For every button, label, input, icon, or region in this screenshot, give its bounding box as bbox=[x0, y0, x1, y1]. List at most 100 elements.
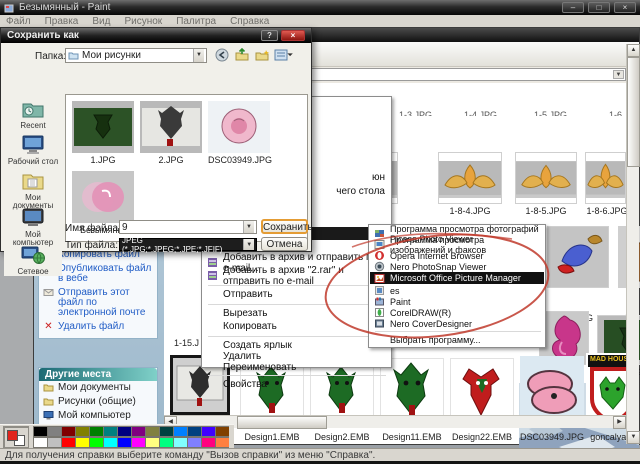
submenu-item-coreldraw[interactable]: CorelDRAW(R) bbox=[370, 307, 544, 318]
palette-swatch[interactable] bbox=[117, 437, 131, 448]
palette-swatch[interactable] bbox=[89, 437, 103, 448]
send-to-menu-item[interactable]: Отправить ▶ bbox=[203, 288, 390, 301]
submenu-item-nero-photosnap[interactable]: Nero PhotoSnap Viewer bbox=[370, 261, 544, 272]
palette-swatch[interactable] bbox=[89, 426, 103, 437]
file-label[interactable]: 1-8-5.JPG bbox=[515, 206, 577, 216]
folder-combobox[interactable]: Мои рисунки ▼ bbox=[65, 48, 207, 63]
filename-input[interactable]: 9 ▼ bbox=[119, 220, 257, 234]
palette-swatch[interactable] bbox=[173, 426, 187, 437]
place-my-computer[interactable]: Мой компьютер bbox=[39, 409, 157, 423]
clipped-file-label[interactable]: 1-5.JPG bbox=[534, 111, 584, 116]
palette-swatch[interactable] bbox=[201, 437, 215, 448]
minimize-button[interactable]: – bbox=[562, 2, 584, 13]
palette-swatch[interactable] bbox=[215, 437, 229, 448]
folder-dropdown-icon[interactable]: ▼ bbox=[193, 49, 204, 62]
palette-swatch[interactable] bbox=[61, 426, 75, 437]
rename-menu-item[interactable]: Переименовать bbox=[203, 362, 390, 373]
menu-view[interactable]: Вид bbox=[92, 16, 110, 27]
submenu-item-es[interactable]: es bbox=[370, 285, 544, 296]
task-delete-file[interactable]: ✕ Удалить файл bbox=[39, 320, 157, 334]
palette-swatch[interactable] bbox=[61, 437, 75, 448]
place-shared-pictures[interactable]: Рисунки (общие) bbox=[39, 395, 157, 409]
dialog-file-label[interactable]: 1.JPG bbox=[72, 155, 134, 165]
menu-file[interactable]: Файл bbox=[6, 16, 31, 27]
menu-help[interactable]: Справка bbox=[230, 16, 269, 27]
palette-swatch[interactable] bbox=[131, 437, 145, 448]
sidebar-item-my-documents[interactable]: Мои документы bbox=[4, 170, 62, 210]
menu-edit[interactable]: Правка bbox=[45, 16, 79, 27]
palette-swatch[interactable] bbox=[201, 426, 215, 437]
create-shortcut-menu-item[interactable]: Создать ярлык bbox=[203, 340, 390, 351]
sidebar-item-desktop[interactable]: Рабочий стол bbox=[4, 134, 62, 166]
clipped-file-label[interactable]: 1-4.JPG bbox=[464, 111, 514, 116]
choose-program-menu-item[interactable]: Выбрать программу... bbox=[370, 334, 544, 345]
address-dropdown-icon[interactable]: ▼ bbox=[613, 70, 624, 79]
submenu-item-nero-cover[interactable]: Nero CoverDesigner bbox=[370, 318, 544, 329]
filetype-dropdown-icon[interactable]: ▼ bbox=[243, 239, 254, 250]
palette-swatch[interactable] bbox=[145, 426, 159, 437]
palette-swatch[interactable] bbox=[159, 437, 173, 448]
palette-swatch[interactable] bbox=[33, 426, 47, 437]
dialog-thumbnail-untitled[interactable] bbox=[72, 171, 134, 223]
palette-swatch[interactable] bbox=[159, 426, 173, 437]
file-label[interactable]: DSC03949.JPG bbox=[520, 432, 584, 442]
dialog-thumbnail-1jpg[interactable] bbox=[72, 101, 134, 153]
palette-swatch[interactable] bbox=[47, 437, 61, 448]
submenu-item-ms-picture-manager[interactable]: Microsoft Office Picture Manager bbox=[370, 272, 544, 284]
current-colors-box[interactable] bbox=[3, 426, 29, 448]
filetype-combobox[interactable]: JPEG (*.JPG;*.JPEG;*.JPE;*.JFIF) ▼ bbox=[119, 236, 257, 254]
palette-swatch[interactable] bbox=[117, 426, 131, 437]
copy-menu-item[interactable]: Копировать bbox=[203, 320, 390, 333]
delete-menu-item[interactable]: Удалить bbox=[203, 351, 390, 362]
dialog-file-label[interactable]: 2.JPG bbox=[140, 155, 202, 165]
scroll-right-icon[interactable]: ▶ bbox=[613, 416, 626, 429]
thumbnail-1-8-4[interactable] bbox=[438, 152, 502, 204]
palette-swatch[interactable] bbox=[103, 437, 117, 448]
vertical-scroll-thumb[interactable] bbox=[627, 57, 640, 167]
thumbnail-bird-design[interactable] bbox=[547, 226, 609, 288]
file-label[interactable]: 1-8-4.JPG bbox=[438, 206, 502, 216]
scroll-down-icon[interactable]: ▼ bbox=[627, 431, 640, 444]
file-label[interactable]: Design1.EMB bbox=[240, 432, 304, 442]
views-icon[interactable] bbox=[274, 48, 296, 62]
scroll-up-icon[interactable]: ▲ bbox=[627, 44, 640, 57]
dialog-thumbnail-dsc03949[interactable] bbox=[208, 101, 270, 153]
palette-swatch[interactable] bbox=[47, 426, 61, 437]
palette-swatch[interactable] bbox=[33, 437, 47, 448]
sidebar-item-my-computer[interactable]: Мой компьютер bbox=[4, 207, 62, 247]
back-icon[interactable] bbox=[214, 48, 230, 62]
vertical-scrollbar[interactable]: ▲ ▼ bbox=[626, 44, 640, 444]
submenu-item-opera[interactable]: Opera Internet Browser bbox=[370, 250, 544, 261]
submenu-item-paint[interactable]: Paint bbox=[370, 296, 544, 307]
properties-menu-item[interactable]: Свойства bbox=[203, 378, 390, 391]
cancel-button[interactable]: Отмена bbox=[261, 237, 308, 251]
palette-swatch[interactable] bbox=[187, 426, 201, 437]
dialog-file-label[interactable]: DSC03949.JPG bbox=[208, 155, 272, 165]
save-button[interactable]: Сохранить bbox=[261, 219, 313, 234]
palette-swatch[interactable] bbox=[103, 426, 117, 437]
file-label[interactable]: Design22.EMB bbox=[450, 432, 514, 442]
dialog-thumbnail-2jpg[interactable] bbox=[140, 101, 202, 153]
palette-swatch[interactable] bbox=[131, 426, 145, 437]
menu-image[interactable]: Рисунок bbox=[124, 16, 162, 27]
dialog-close-button[interactable]: × bbox=[281, 30, 305, 41]
task-email-file[interactable]: Отправить этот файл по электронной почте bbox=[39, 286, 157, 320]
palette-swatch[interactable] bbox=[173, 437, 187, 448]
other-places-header[interactable]: Другие места bbox=[39, 368, 157, 381]
up-folder-icon[interactable] bbox=[234, 48, 250, 62]
palette-swatch[interactable] bbox=[187, 437, 201, 448]
cut-menu-item[interactable]: Вырезать bbox=[203, 307, 390, 320]
palette-swatch[interactable] bbox=[75, 437, 89, 448]
menu-palette[interactable]: Палитра bbox=[176, 16, 216, 27]
palette-swatch[interactable] bbox=[215, 426, 229, 437]
file-label[interactable]: Design2.EMB bbox=[310, 432, 374, 442]
palette-swatch[interactable] bbox=[145, 437, 159, 448]
filename-dropdown-icon[interactable]: ▼ bbox=[243, 221, 254, 233]
sidebar-item-network[interactable]: Сетевое bbox=[4, 244, 62, 276]
file-label[interactable]: 1-8-6.JPG bbox=[585, 206, 629, 216]
new-folder-icon[interactable] bbox=[254, 48, 270, 62]
horizontal-scroll-thumb[interactable] bbox=[237, 416, 327, 429]
archive-rar-email-menu-item[interactable]: Добавить в архив "2.rar" и отправить по … bbox=[203, 265, 390, 287]
thumbnail-1-8-5[interactable] bbox=[515, 152, 577, 204]
sidebar-item-recent[interactable]: Recent bbox=[4, 98, 62, 130]
